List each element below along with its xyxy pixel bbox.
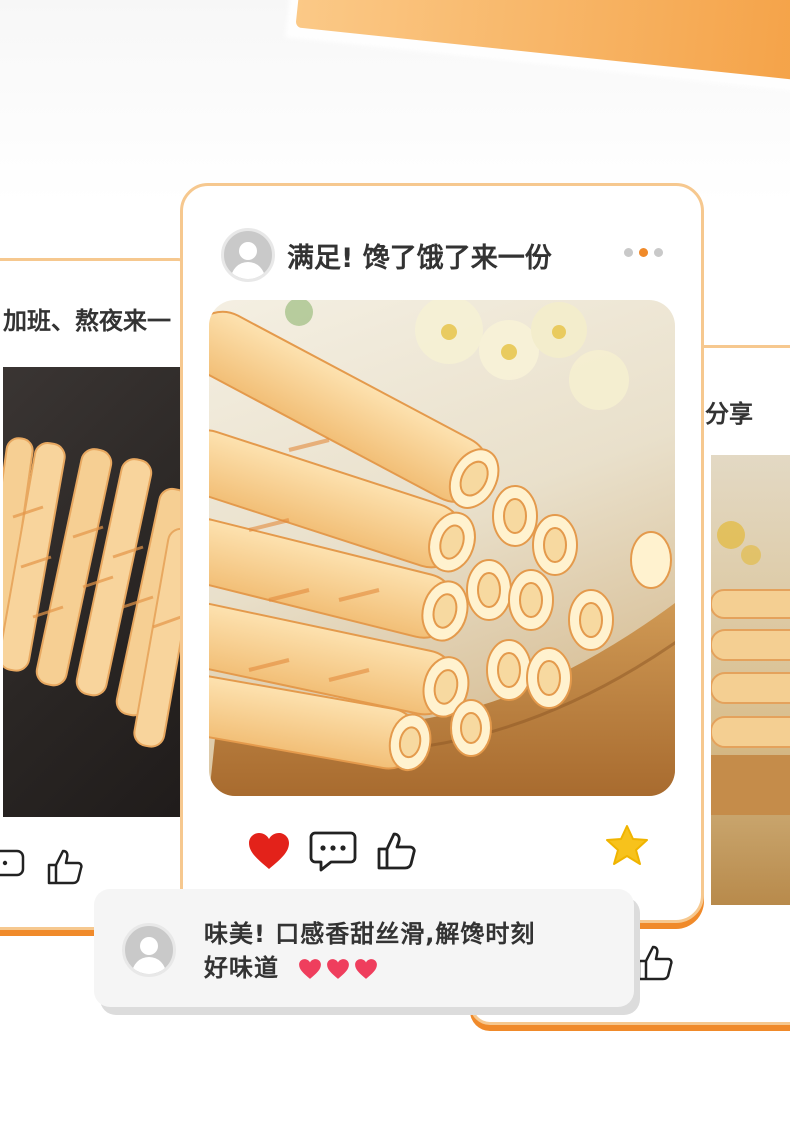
main-post-header: 满足! 馋了饿了来一份: [221, 228, 552, 282]
comment-bubble: 味美! 口感香甜丝滑,解馋时刻 好味道: [94, 889, 634, 1007]
main-post-photo: [209, 300, 675, 796]
page-indicator: [624, 248, 663, 257]
comment-line-1: 味美! 口感香甜丝滑,解馋时刻: [204, 920, 536, 948]
star-icon: [606, 825, 648, 865]
heart-icon: [299, 959, 322, 979]
page-dot[interactable]: [654, 248, 663, 257]
right-post-photo: [711, 455, 790, 905]
thumbs-up-icon[interactable]: [375, 830, 417, 872]
comment-hearts: [298, 958, 378, 980]
egg-rolls-illustration: [711, 521, 790, 815]
avatar-body: [132, 957, 166, 974]
avatar-head: [140, 937, 158, 955]
main-post-actions: [247, 830, 417, 872]
page-dot-active[interactable]: [639, 248, 648, 257]
right-post-actions: [635, 943, 675, 987]
commenter-avatar[interactable]: [122, 923, 176, 977]
comment-line-2: 好味道: [204, 954, 279, 982]
comment-icon[interactable]: [309, 830, 357, 872]
comment-line-2-wrap: 好味道: [204, 951, 535, 985]
favorite-button[interactable]: [605, 824, 649, 870]
egg-rolls-illustration: [3, 437, 195, 748]
left-post-photo: [3, 367, 195, 817]
heart-icon: [327, 959, 350, 979]
page: 加班、熬夜来一 分享 满足! 馋了饿了来一份 味美! 口感香甜丝滑,解馋时刻 好…: [0, 0, 790, 1129]
left-post-actions: [0, 847, 85, 887]
thumbs-up-icon[interactable]: [635, 943, 675, 983]
comment-icon[interactable]: [0, 847, 27, 881]
avatar-body: [231, 262, 265, 279]
page-dot[interactable]: [624, 248, 633, 257]
egg-rolls-illustration: [209, 300, 675, 796]
avatar[interactable]: [221, 228, 275, 282]
avatar-head: [239, 242, 257, 260]
main-post-card[interactable]: 满足! 馋了饿了来一份: [180, 183, 704, 923]
main-post-title: 满足! 馋了饿了来一份: [287, 242, 552, 274]
right-post-title: 分享: [705, 400, 753, 428]
thumbs-up-icon[interactable]: [45, 847, 85, 887]
comment-text: 味美! 口感香甜丝滑,解馋时刻 好味道: [204, 917, 535, 985]
left-post-title: 加班、熬夜来一: [3, 307, 171, 335]
heart-icon: [355, 959, 378, 979]
left-post-card[interactable]: 加班、熬夜来一: [0, 258, 198, 930]
heart-icon[interactable]: [247, 831, 291, 871]
